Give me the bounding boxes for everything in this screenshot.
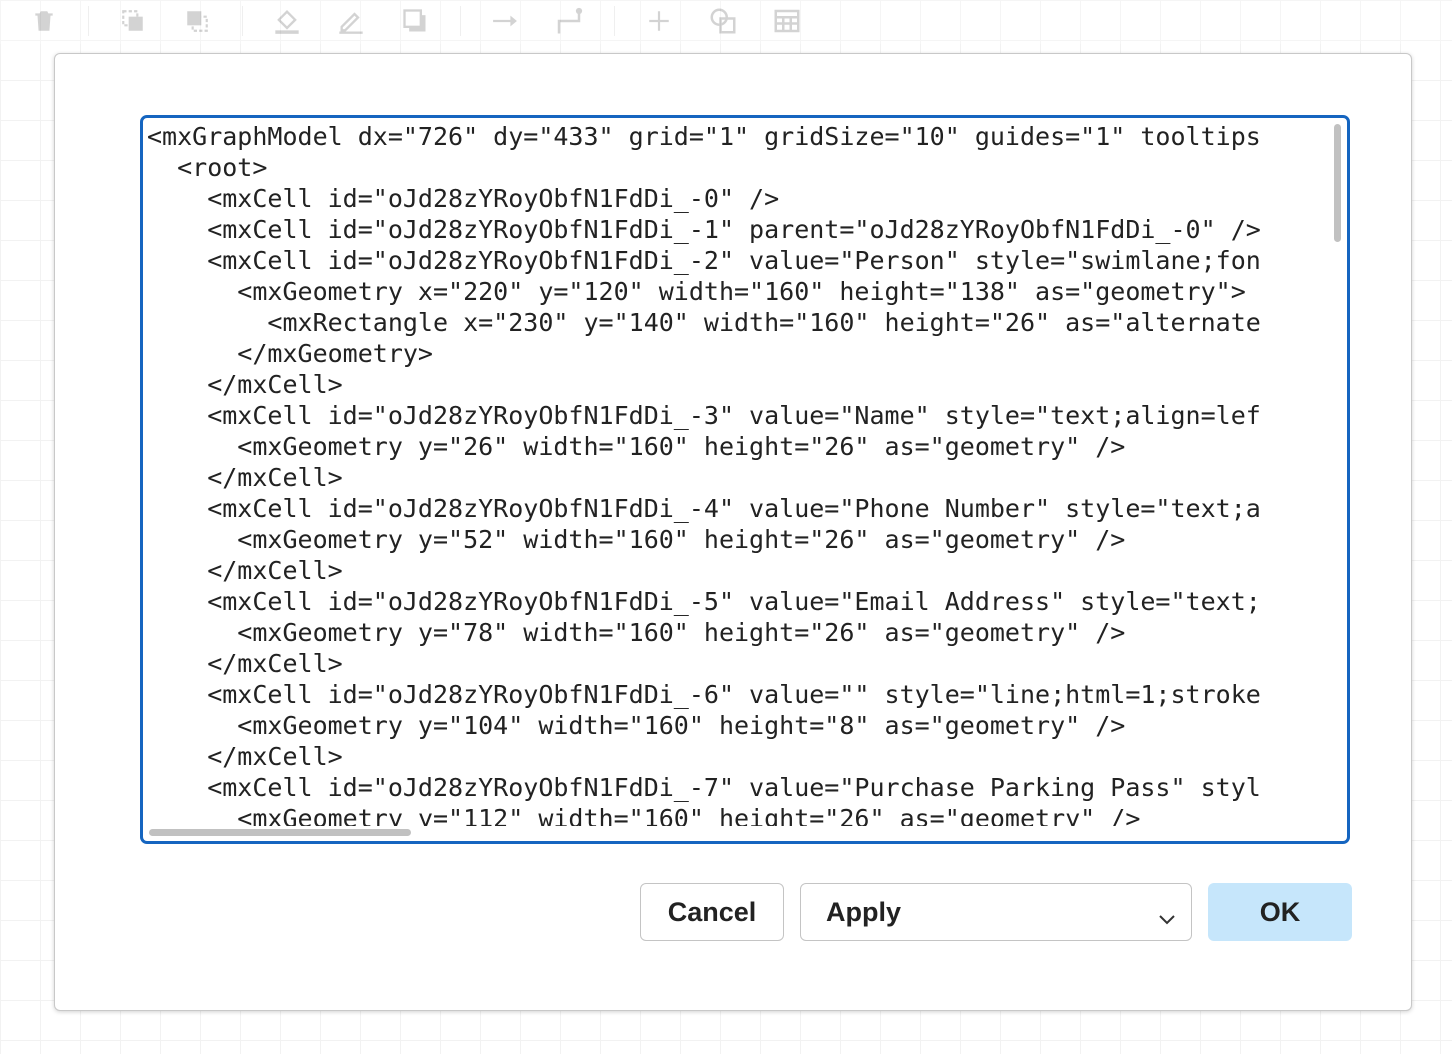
code-line: <mxCell id="oJd28zYRoyObfN1FdDi_-3" valu… — [147, 401, 1261, 430]
delete-icon[interactable] — [27, 4, 61, 38]
xml-code-content[interactable]: <mxGraphModel dx="726" dy="433" grid="1"… — [147, 121, 1329, 826]
to-back-icon[interactable] — [180, 4, 214, 38]
waypoints-icon[interactable] — [552, 4, 586, 38]
code-line: <mxGeometry y="26" width="160" height="2… — [147, 432, 1126, 461]
cancel-button[interactable]: Cancel — [640, 883, 784, 941]
toolbar-separator — [614, 6, 615, 36]
code-line: <mxCell id="oJd28zYRoyObfN1FdDi_-4" valu… — [147, 494, 1261, 523]
edit-diagram-dialog: <mxGraphModel dx="726" dy="433" grid="1"… — [54, 53, 1412, 1011]
insert-icon[interactable] — [642, 4, 676, 38]
code-line: </mxCell> — [147, 370, 343, 399]
to-front-icon[interactable] — [116, 4, 150, 38]
code-line: </mxCell> — [147, 463, 343, 492]
apply-mode-selected-value: Apply — [826, 896, 902, 927]
line-color-icon[interactable] — [334, 4, 368, 38]
code-line: <mxCell id="oJd28zYRoyObfN1FdDi_-2" valu… — [147, 246, 1261, 275]
vertical-scrollbar[interactable] — [1334, 124, 1341, 242]
code-line: </mxCell> — [147, 742, 343, 771]
code-line: <mxGeometry y="104" width="160" height="… — [147, 711, 1126, 740]
code-line: <mxCell id="oJd28zYRoyObfN1FdDi_-6" valu… — [147, 680, 1261, 709]
toolbar — [0, 0, 1452, 44]
xml-editor-textarea[interactable]: <mxGraphModel dx="726" dy="433" grid="1"… — [140, 115, 1350, 844]
toolbar-separator — [460, 6, 461, 36]
ok-button[interactable]: OK — [1208, 883, 1352, 941]
chevron-down-icon — [1157, 904, 1177, 925]
shadow-icon[interactable] — [398, 4, 432, 38]
code-line: <mxRectangle x="230" y="140" width="160"… — [147, 308, 1261, 337]
table-icon[interactable] — [770, 4, 804, 38]
apply-mode-select[interactable]: Apply — [800, 883, 1192, 941]
code-line: </mxCell> — [147, 556, 343, 585]
code-line: <mxCell id="oJd28zYRoyObfN1FdDi_-7" valu… — [147, 773, 1261, 802]
connection-icon[interactable] — [488, 4, 522, 38]
code-line: <mxCell id="oJd28zYRoyObfN1FdDi_-1" pare… — [147, 215, 1261, 244]
shapes-icon[interactable] — [706, 4, 740, 38]
horizontal-scrollbar[interactable] — [149, 829, 411, 836]
code-line: <root> — [147, 153, 268, 182]
code-line: <mxGeometry y="78" width="160" height="2… — [147, 618, 1126, 647]
toolbar-separator — [88, 6, 89, 36]
fill-color-icon[interactable] — [270, 4, 304, 38]
code-line: </mxCell> — [147, 649, 343, 678]
code-line: </mxGeometry> — [147, 339, 433, 368]
code-line: <mxGraphModel dx="726" dy="433" grid="1"… — [147, 122, 1261, 151]
code-line: <mxCell id="oJd28zYRoyObfN1FdDi_-5" valu… — [147, 587, 1261, 616]
toolbar-separator — [242, 6, 243, 36]
code-line: <mxGeometry x="220" y="120" width="160" … — [147, 277, 1246, 306]
code-line: <mxCell id="oJd28zYRoyObfN1FdDi_-0" /> — [147, 184, 780, 213]
code-line: <mxGeometry y="112" width="160" height="… — [147, 804, 1141, 826]
code-line: <mxGeometry y="52" width="160" height="2… — [147, 525, 1126, 554]
